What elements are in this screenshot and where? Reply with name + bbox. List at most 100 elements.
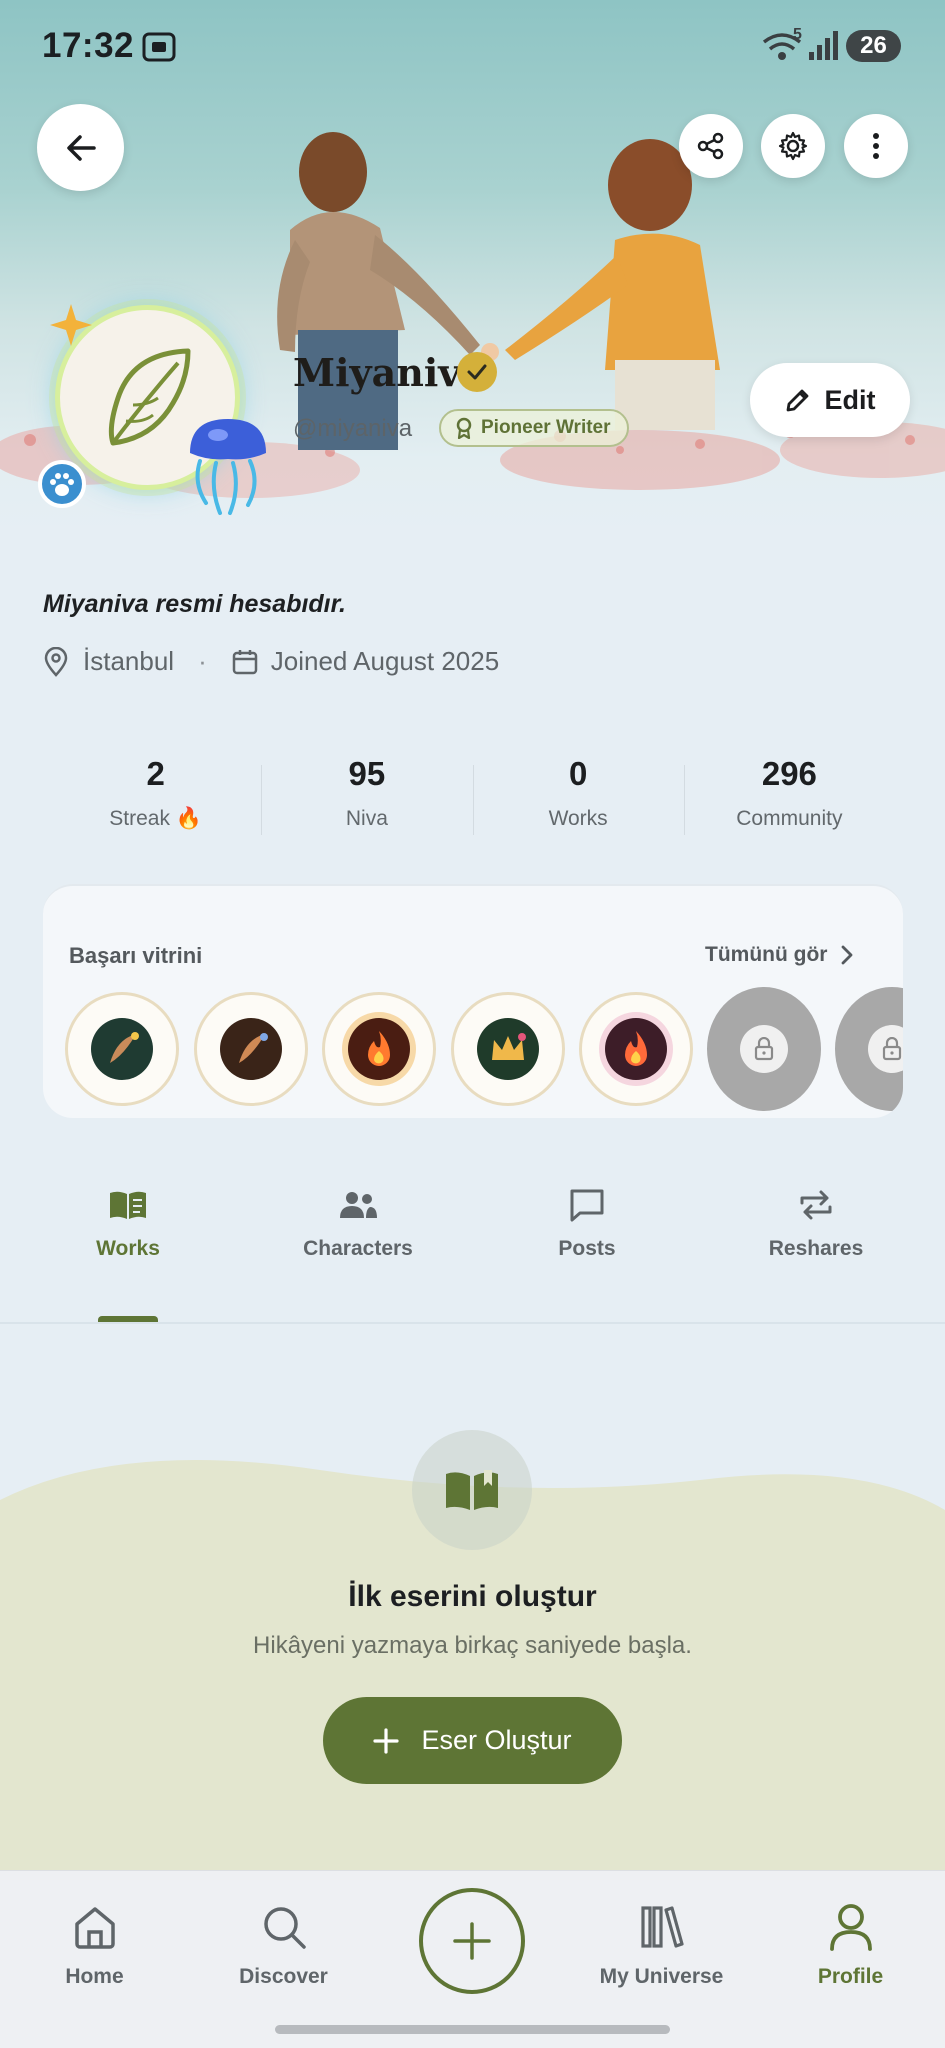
arrow-left-icon	[66, 134, 96, 161]
quill-icon	[239, 1033, 268, 1063]
plus-icon	[373, 1727, 400, 1754]
flame-icon	[625, 1031, 647, 1066]
stat-label: Streak 🔥	[109, 807, 202, 830]
locked-achievement-badge[interactable]	[707, 987, 821, 1111]
stat-value: 95	[348, 755, 386, 792]
nav-home[interactable]: Home	[0, 1901, 189, 1989]
profile-stats: 2 Streak 🔥 95 Niva 0 Works 296 Community	[50, 755, 895, 850]
profile-cover: 17:32 5 26 Miyaniva @miyaniva Pioneer Wr…	[0, 0, 945, 540]
library-icon	[640, 1906, 684, 1948]
empty-state-icon	[412, 1430, 532, 1550]
lock-icon	[754, 1037, 774, 1061]
nav-label: Discover	[239, 1965, 328, 1988]
stat-label: Community	[736, 807, 843, 830]
location-pin-icon	[44, 646, 68, 677]
share-icon	[697, 132, 724, 160]
open-book-icon	[446, 1470, 498, 1510]
award-icon	[456, 417, 472, 439]
profile-handle: @miyaniva	[293, 415, 413, 442]
chat-icon	[570, 1189, 604, 1222]
signal-icon	[809, 31, 838, 60]
more-vertical-icon	[873, 133, 879, 159]
achievement-badge[interactable]	[451, 992, 565, 1106]
locked-achievement-badge[interactable]	[835, 987, 903, 1111]
stat-niva[interactable]: 95 Niva	[261, 755, 472, 850]
home-indicator	[275, 2025, 670, 2034]
stat-label: Works	[548, 807, 608, 830]
more-options-button[interactable]	[844, 114, 908, 178]
tab-works[interactable]: Works	[10, 1185, 246, 1261]
battery-indicator: 26	[846, 30, 901, 62]
plus-icon	[453, 1922, 491, 1960]
stat-works[interactable]: 0 Works	[472, 755, 684, 850]
tab-posts[interactable]: Posts	[469, 1185, 705, 1261]
chevron-right-icon	[842, 945, 853, 965]
tab-label: Works	[96, 1237, 160, 1260]
lock-icon	[882, 1037, 902, 1061]
edit-label: Edit	[824, 384, 876, 415]
settings-button[interactable]	[761, 114, 825, 178]
search-icon	[263, 1907, 306, 1949]
crown-icon	[492, 1033, 526, 1060]
edit-profile-button[interactable]: Edit	[750, 363, 910, 437]
see-all-label: Tümünü gör	[705, 943, 828, 966]
sparkle-icon	[50, 304, 92, 346]
nav-label: Profile	[817, 1965, 884, 1988]
status-time: 17:32	[42, 26, 135, 65]
nav-label: My Universe	[599, 1965, 724, 1988]
create-work-button[interactable]: Eser Oluştur	[323, 1697, 622, 1784]
quill-icon	[110, 1032, 139, 1063]
stat-streak[interactable]: 2 Streak 🔥	[50, 755, 261, 850]
screenshot-icon	[142, 32, 176, 62]
repeat-icon	[800, 1190, 832, 1220]
stat-community[interactable]: 296 Community	[683, 755, 895, 850]
tab-characters[interactable]: Characters	[240, 1185, 476, 1261]
nav-profile[interactable]: Profile	[756, 1901, 945, 1989]
profile-tabs: Works Characters Posts Reshares	[0, 1185, 945, 1325]
profile-bio: Miyaniva resmi hesabıdır.	[43, 590, 346, 618]
share-button[interactable]	[679, 114, 743, 178]
profile-meta: İstanbul · Joined August 2025	[43, 646, 499, 677]
achievement-badge[interactable]	[579, 992, 693, 1106]
stat-value: 0	[568, 755, 588, 792]
person-icon	[829, 1904, 872, 1951]
nav-label: Home	[65, 1965, 124, 1988]
create-fab-button[interactable]	[419, 1888, 525, 1994]
nav-my-universe[interactable]: My Universe	[567, 1901, 756, 1989]
achievement-badge[interactable]	[194, 992, 308, 1106]
empty-state-title: İlk eserini oluştur	[348, 1580, 597, 1613]
pencil-icon	[786, 389, 808, 412]
achievement-badge[interactable]	[322, 992, 436, 1106]
achievement-badge[interactable]	[65, 992, 179, 1106]
see-all-achievements-link[interactable]: Tümünü gör	[705, 943, 853, 967]
create-work-label: Eser Oluştur	[421, 1725, 572, 1755]
status-bar: 17:32 5 26	[0, 0, 945, 90]
flame-icon	[368, 1031, 390, 1066]
wifi-badge: 5	[793, 26, 802, 43]
people-icon	[340, 1192, 377, 1218]
tab-divider	[0, 1322, 945, 1324]
stat-value: 296	[761, 755, 817, 792]
tab-label: Characters	[303, 1237, 413, 1260]
empty-state-subtitle: Hikâyeni yazmaya birkaç saniyede başla.	[253, 1632, 692, 1659]
stat-label: Niva	[345, 807, 388, 830]
home-icon	[74, 1907, 115, 1949]
book-icon	[110, 1191, 146, 1219]
paw-icon	[50, 473, 74, 496]
jellyfish-icon	[190, 419, 266, 515]
tab-label: Posts	[558, 1237, 616, 1260]
calendar-icon	[232, 649, 257, 674]
gear-icon	[778, 131, 808, 161]
stat-value: 2	[146, 755, 165, 792]
tab-reshares[interactable]: Reshares	[698, 1185, 934, 1261]
achievements-card: Başarı vitrini Tümünü gör	[43, 884, 903, 1118]
back-button[interactable]	[37, 104, 124, 191]
nav-discover[interactable]: Discover	[189, 1901, 378, 1989]
pioneer-writer-badge[interactable]: Pioneer Writer	[439, 409, 629, 447]
pioneer-writer-label: Pioneer Writer	[481, 417, 611, 438]
profile-joined: Joined August 2025	[270, 646, 500, 676]
pet-badge	[38, 460, 86, 508]
tab-label: Reshares	[768, 1237, 864, 1260]
verified-badge	[457, 352, 497, 392]
meta-separator: ·	[198, 646, 207, 676]
